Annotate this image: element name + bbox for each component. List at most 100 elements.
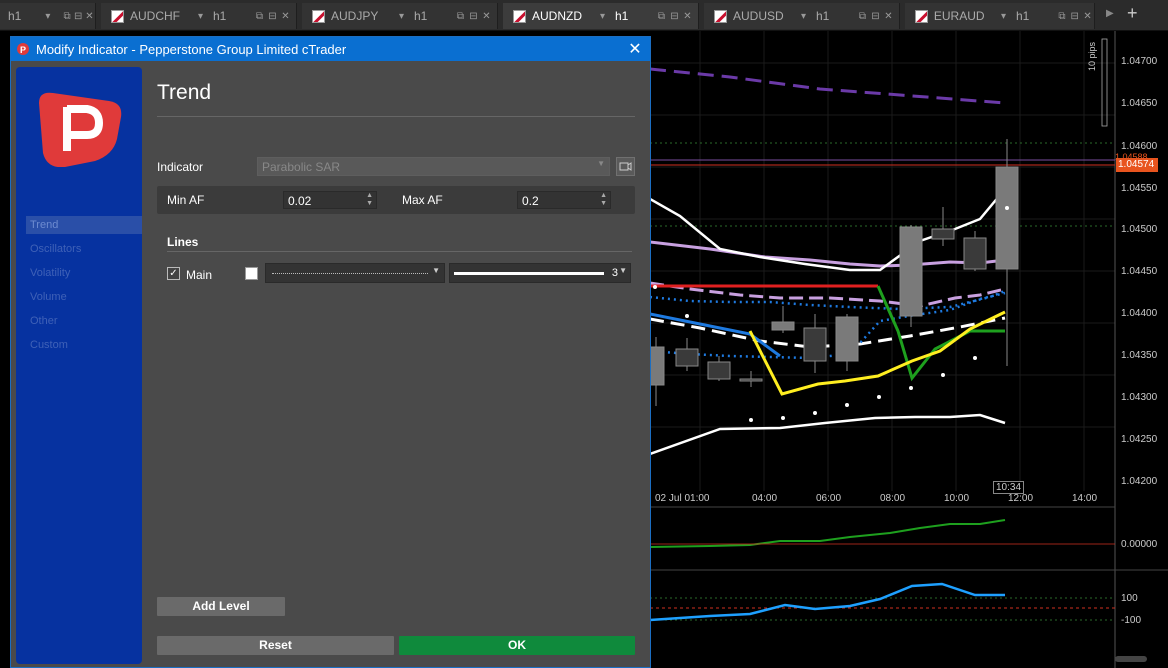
detach-icon[interactable]: ⊟	[73, 11, 84, 22]
line-thickness-dropdown[interactable]: 3 ▼	[449, 263, 631, 283]
price-axis-label: 1.04650	[1121, 98, 1158, 109]
detach-icon[interactable]: ⊟	[467, 11, 480, 22]
candlesticks	[650, 139, 1019, 406]
detach-icon[interactable]: ⊟	[1068, 11, 1081, 22]
price-axis-label: 1.04300	[1121, 392, 1158, 403]
max-af-label: Max AF	[402, 193, 443, 207]
tab-timeframe[interactable]: h1	[816, 9, 856, 23]
chart-tab[interactable]: AUDUSD ▾ h1 ⧉ ⊟ ✕	[704, 3, 900, 29]
time-axis-label: 10:00	[944, 493, 970, 504]
price-axis-label: 1.04450	[1121, 266, 1158, 277]
scroll-tabs-icon[interactable]: ▶	[1106, 8, 1114, 19]
nav-volatility[interactable]: Volatility	[26, 264, 142, 282]
max-af-stepper[interactable]: 0.2 ▲ ▼	[517, 191, 611, 209]
chevron-down-icon: ▼	[619, 266, 627, 275]
chart-tab[interactable]: EURAUD ▾ h1 ⧉ ⊟ ✕	[905, 3, 1095, 29]
reset-button[interactable]: Reset	[157, 636, 394, 655]
chevron-down-icon[interactable]: ▾	[395, 11, 408, 22]
tab-timeframe[interactable]: h1	[1016, 9, 1056, 23]
pepperstone-logo	[39, 92, 122, 167]
tab-symbol[interactable]: AUDUSD	[733, 9, 797, 23]
oscillator-level-label: 100	[1121, 593, 1138, 604]
close-icon[interactable]: ✕	[1081, 11, 1094, 22]
tab-timeframe[interactable]: h1	[213, 9, 253, 23]
nav-trend[interactable]: Trend	[26, 216, 142, 234]
price-chart[interactable]: 1.04700 1.04650 1.04600 1.04550 1.04500 …	[650, 31, 1168, 668]
max-af-value: 0.2	[522, 194, 539, 208]
main-line-checkbox[interactable]: ✓	[167, 267, 180, 280]
chevron-down-icon[interactable]: ▾	[194, 11, 207, 22]
popout-icon[interactable]: ⧉	[62, 11, 73, 22]
min-af-label: Min AF	[167, 193, 205, 207]
tab-symbol[interactable]: AUDJPY	[331, 9, 395, 23]
oscillator-value-label: 0.00000	[1121, 539, 1158, 550]
detach-icon[interactable]: ⊟	[869, 11, 882, 22]
close-icon[interactable]: ✕	[279, 11, 292, 22]
symbol-flag-icon	[915, 9, 928, 23]
tab-timeframe[interactable]: h1	[414, 9, 454, 23]
symbol-flag-icon	[513, 9, 526, 23]
add-level-button[interactable]: Add Level	[157, 597, 285, 616]
min-af-stepper[interactable]: 0.02 ▲ ▼	[283, 191, 377, 209]
chevron-down-icon[interactable]: ▾	[596, 11, 609, 22]
nav-volume[interactable]: Volume	[26, 288, 142, 306]
close-icon[interactable]: ✕	[882, 11, 895, 22]
ok-button[interactable]: OK	[399, 636, 635, 655]
symbol-flag-icon	[111, 9, 124, 23]
dialog-titlebar[interactable]: P Modify Indicator - Pepperstone Group L…	[11, 37, 650, 61]
tab-timeframe[interactable]: h1	[8, 9, 42, 23]
popout-icon[interactable]: ⧉	[253, 11, 266, 22]
time-axis-label: 02 Jul 01:00	[655, 493, 710, 504]
dialog-title: Modify Indicator - Pepperstone Group Lim…	[36, 41, 347, 57]
chart-tab[interactable]: h1 ▾ ⧉ ⊟ ✕	[0, 3, 96, 29]
cci-blue-line	[650, 582, 1005, 622]
time-axis-label: 08:00	[880, 493, 906, 504]
chart-canvas[interactable]	[650, 31, 1168, 668]
tab-timeframe[interactable]: h1	[615, 9, 655, 23]
detach-icon[interactable]: ⊟	[668, 11, 681, 22]
tab-symbol[interactable]: AUDCHF	[130, 9, 194, 23]
popout-icon[interactable]: ⧉	[655, 11, 668, 22]
add-tab-icon[interactable]: +	[1127, 3, 1138, 24]
min-af-value: 0.02	[288, 194, 312, 208]
camera-icon[interactable]	[616, 157, 635, 176]
horizontal-scrollbar[interactable]	[1115, 656, 1147, 662]
close-icon[interactable]: ✕	[84, 11, 95, 22]
close-icon[interactable]: ✕	[681, 11, 694, 22]
detach-icon[interactable]: ⊟	[266, 11, 279, 22]
nav-custom[interactable]: Custom	[26, 336, 142, 354]
tab-symbol[interactable]: AUDNZD	[532, 9, 596, 23]
chart-tab-bar: h1 ▾ ⧉ ⊟ ✕ AUDCHF ▾ h1 ⧉ ⊟ ✕ AUDJPY ▾ h1…	[0, 0, 1168, 31]
page-title: Trend	[157, 81, 212, 104]
svg-text:P: P	[20, 45, 26, 55]
line-color-picker[interactable]	[245, 267, 258, 280]
chart-tab-active[interactable]: AUDNZD ▾ h1 ⧉ ⊟ ✕	[503, 3, 699, 29]
chart-tab[interactable]: AUDJPY ▾ h1 ⧉ ⊟ ✕	[302, 3, 498, 29]
indicator-select[interactable]: Parabolic SAR ▼	[257, 157, 610, 176]
tab-symbol[interactable]: EURAUD	[934, 9, 997, 23]
divider	[167, 251, 632, 252]
price-axis-label: 1.04400	[1121, 308, 1158, 319]
time-axis-label: 12:00	[1008, 493, 1034, 504]
close-icon[interactable]: ✕	[620, 39, 650, 59]
popout-icon[interactable]: ⧉	[454, 11, 467, 22]
popout-icon[interactable]: ⧉	[856, 11, 869, 22]
stepper-arrows-icon[interactable]: ▲ ▼	[600, 192, 607, 208]
oscillator-green-line	[650, 519, 1006, 548]
chevron-down-icon[interactable]: ▾	[42, 11, 53, 22]
dotted-line-preview	[272, 273, 428, 274]
chart-tab[interactable]: AUDCHF ▾ h1 ⧉ ⊟ ✕	[101, 3, 297, 29]
price-axis-label: 1.04550	[1121, 183, 1158, 194]
nav-other[interactable]: Other	[26, 312, 142, 330]
popout-icon[interactable]: ⧉	[1055, 11, 1068, 22]
chevron-down-icon[interactable]: ▾	[997, 11, 1010, 22]
line-style-dropdown[interactable]: ▼	[265, 263, 445, 283]
nav-oscillators[interactable]: Oscillators	[26, 240, 142, 258]
stepper-arrows-icon[interactable]: ▲ ▼	[366, 192, 373, 208]
main-line-label: Main	[186, 268, 213, 282]
chevron-down-icon[interactable]: ▾	[797, 11, 810, 22]
pips-ruler	[1101, 38, 1108, 127]
close-icon[interactable]: ✕	[480, 11, 493, 22]
price-axis-label: 1.04600	[1121, 141, 1158, 152]
time-axis-label: 06:00	[816, 493, 842, 504]
